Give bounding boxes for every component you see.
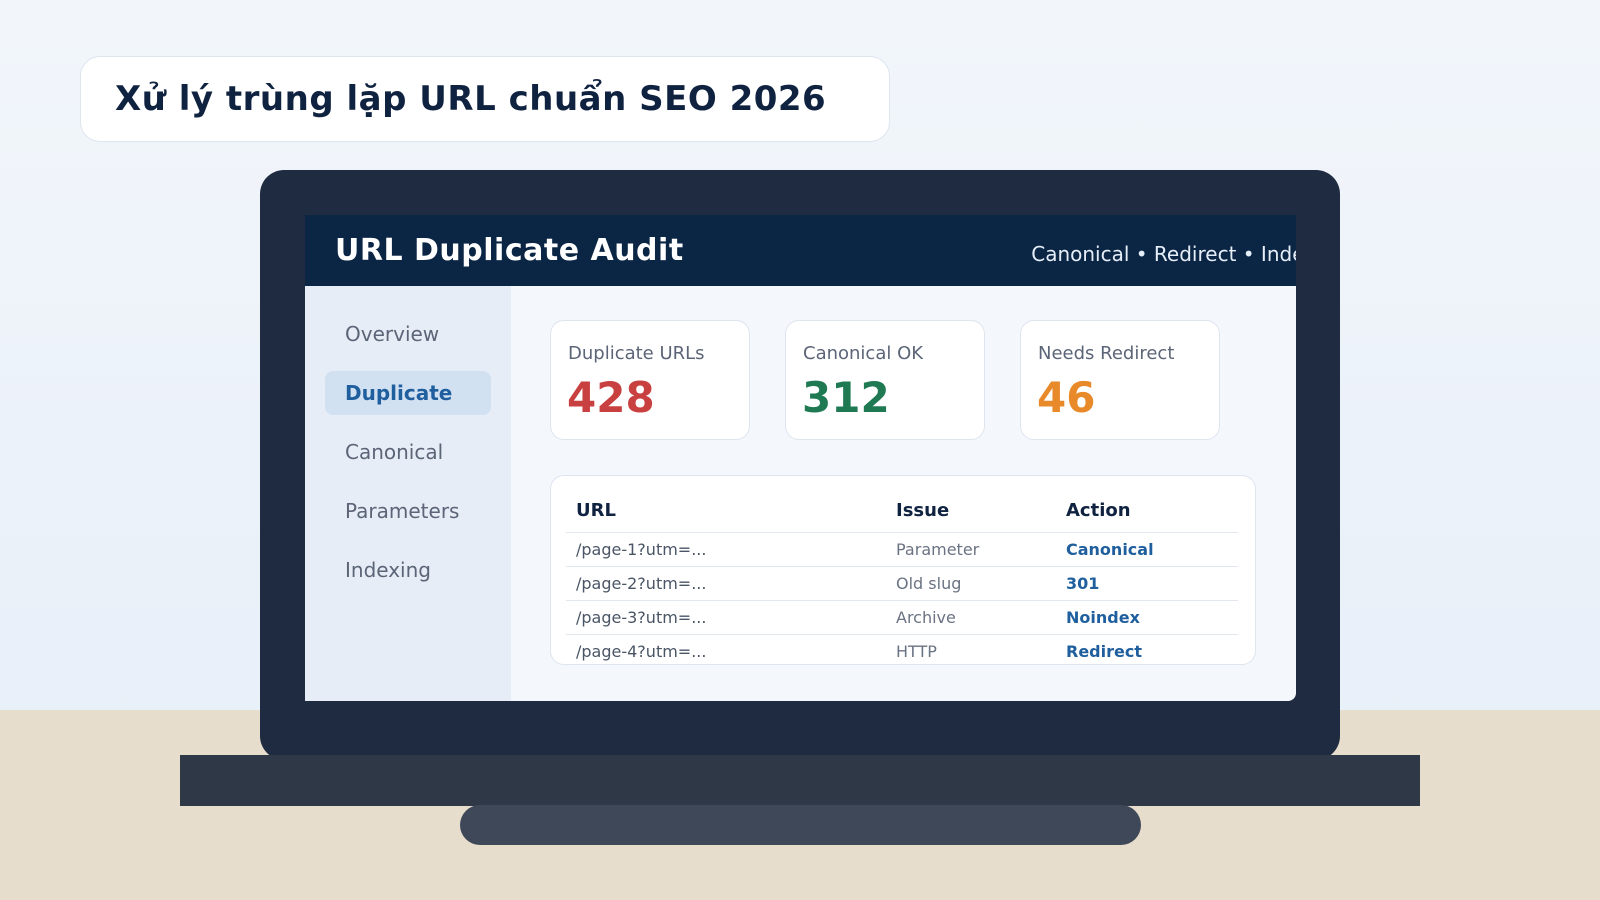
stat-label: Needs Redirect: [1038, 343, 1175, 364]
stat-card-needs-redirect: Needs Redirect 46: [1020, 320, 1220, 440]
issue-cell: Archive: [896, 608, 956, 627]
sidebar-item-canonical[interactable]: Canonical: [325, 430, 491, 474]
app-title: URL Duplicate Audit: [335, 233, 684, 268]
url-cell: /page-3?utm=...: [576, 608, 707, 627]
action-link[interactable]: Noindex: [1066, 608, 1140, 627]
url-cell: /page-2?utm=...: [576, 574, 707, 593]
column-header-issue: Issue: [896, 500, 950, 521]
sidebar-item-duplicate[interactable]: Duplicate: [325, 371, 491, 415]
header-tags: Canonical • Redirect • Index: [1031, 242, 1296, 266]
stat-label: Duplicate URLs: [568, 343, 705, 364]
duplicate-url-table: URL Issue Action /page-1?utm=... Paramet…: [550, 475, 1256, 665]
table-row: /page-2?utm=... Old slug 301: [566, 566, 1238, 601]
laptop-base: [180, 755, 1420, 806]
url-cell: /page-1?utm=...: [576, 540, 707, 559]
action-link[interactable]: Redirect: [1066, 642, 1142, 661]
sidebar-item-parameters[interactable]: Parameters: [325, 489, 491, 533]
app-header: URL Duplicate Audit Canonical • Redirect…: [305, 215, 1296, 286]
stat-label: Canonical OK: [803, 343, 924, 364]
stat-value: 312: [802, 373, 890, 422]
action-link[interactable]: 301: [1066, 574, 1099, 593]
banner-card: Xử lý trùng lặp URL chuẩn SEO 2026: [80, 56, 890, 142]
url-cell: /page-4?utm=...: [576, 642, 707, 661]
column-header-url: URL: [576, 500, 616, 521]
banner-title: Xử lý trùng lặp URL chuẩn SEO 2026: [115, 79, 827, 119]
app-screen: URL Duplicate Audit Canonical • Redirect…: [305, 215, 1296, 701]
stat-card-duplicate-urls: Duplicate URLs 428: [550, 320, 750, 440]
action-link[interactable]: Canonical: [1066, 540, 1154, 559]
sidebar: Overview Duplicate Canonical Parameters …: [305, 286, 511, 701]
issue-cell: Old slug: [896, 574, 962, 593]
laptop-stand: [460, 805, 1141, 845]
table-row: /page-4?utm=... HTTP Redirect: [566, 634, 1238, 664]
stat-value: 46: [1037, 373, 1096, 422]
stat-value: 428: [567, 373, 655, 422]
sidebar-item-indexing[interactable]: Indexing: [325, 548, 491, 592]
table-row: /page-3?utm=... Archive Noindex: [566, 600, 1238, 635]
issue-cell: HTTP: [896, 642, 937, 661]
column-header-action: Action: [1066, 500, 1131, 521]
issue-cell: Parameter: [896, 540, 980, 559]
table-row: /page-1?utm=... Parameter Canonical: [566, 532, 1238, 567]
sidebar-item-overview[interactable]: Overview: [325, 312, 491, 356]
stat-card-canonical-ok: Canonical OK 312: [785, 320, 985, 440]
